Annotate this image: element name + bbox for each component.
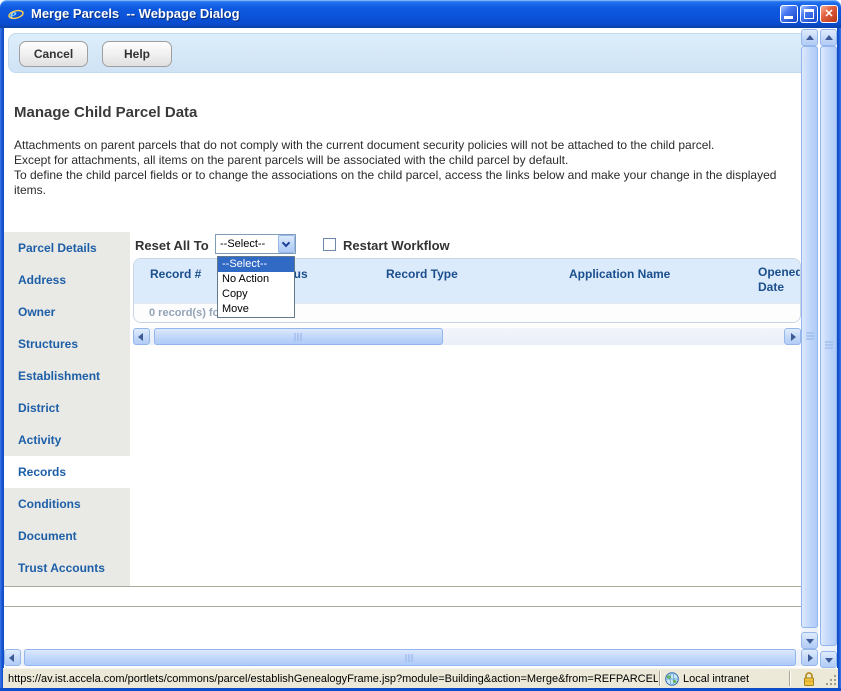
- sidebar-item-trust-accounts[interactable]: Trust Accounts: [4, 552, 130, 584]
- lock-icon: [802, 671, 816, 687]
- scroll-up-button[interactable]: [801, 29, 818, 46]
- page-horizontal-scrollbar: [4, 649, 818, 667]
- svg-text:e: e: [10, 7, 17, 22]
- scroll-left-button[interactable]: [133, 328, 150, 345]
- status-url-text: https://av.ist.accela.com/portlets/commo…: [3, 673, 658, 685]
- sidebar-item-records[interactable]: Records: [4, 456, 130, 488]
- arrow-right-icon: [808, 654, 813, 662]
- internet-explorer-icon: e: [8, 6, 24, 22]
- security-zone-label: Local intranet: [683, 673, 749, 685]
- status-separator: [659, 671, 661, 686]
- column-header-record-type: Record Type: [386, 267, 458, 281]
- help-button[interactable]: Help: [102, 41, 172, 67]
- restart-workflow-label: Restart Workflow: [343, 238, 450, 253]
- description-line: Attachments on parent parcels that do no…: [14, 138, 810, 153]
- scroll-thumb[interactable]: [154, 328, 443, 345]
- close-icon: ✕: [821, 6, 837, 22]
- window-title: Merge Parcels -- Webpage Dialog: [31, 0, 240, 27]
- minimize-icon: [784, 16, 793, 19]
- description-line: Except for attachments, all items on the…: [14, 153, 810, 168]
- reset-action-option-list: --Select-- No Action Copy Move: [217, 256, 295, 318]
- scroll-down-button[interactable]: [820, 651, 837, 668]
- sidebar-nav: Parcel Details Address Owner Structures …: [4, 232, 130, 586]
- arrow-up-icon: [806, 35, 814, 40]
- sidebar-item-district[interactable]: District: [4, 392, 130, 424]
- resize-grip[interactable]: [826, 669, 838, 688]
- divider-line: [4, 586, 801, 587]
- option-copy[interactable]: Copy: [218, 287, 294, 302]
- arrow-down-icon: [806, 639, 814, 644]
- close-button[interactable]: ✕: [820, 5, 838, 23]
- scroll-thumb[interactable]: [820, 46, 837, 646]
- arrow-left-icon: [9, 654, 14, 662]
- grip-icon: [294, 333, 303, 341]
- webpage-dialog-window: e Merge Parcels -- Webpage Dialog ✕ Canc…: [0, 0, 841, 691]
- arrow-down-icon: [825, 658, 833, 663]
- status-bar: https://av.ist.accela.com/portlets/commo…: [3, 668, 838, 688]
- option-no-action[interactable]: No Action: [218, 272, 294, 287]
- dialog-vertical-scrollbar: [820, 29, 837, 668]
- globe-icon: [665, 672, 679, 686]
- cancel-button[interactable]: Cancel: [19, 41, 88, 67]
- sidebar-item-address[interactable]: Address: [4, 264, 130, 296]
- table-horizontal-scrollbar: [133, 328, 801, 346]
- arrow-up-icon: [825, 35, 833, 40]
- column-header-record-number: Record #: [150, 267, 201, 281]
- sidebar-item-structures[interactable]: Structures: [4, 328, 130, 360]
- grip-icon: [825, 342, 833, 351]
- select-value: --Select--: [220, 238, 265, 250]
- frame-vertical-scrollbar: [801, 29, 818, 649]
- minimize-button[interactable]: [780, 5, 798, 23]
- chevron-down-icon: [282, 239, 290, 247]
- sidebar-item-activity[interactable]: Activity: [4, 424, 130, 456]
- scroll-right-button[interactable]: [801, 649, 818, 666]
- arrow-left-icon: [138, 333, 143, 341]
- page-description: Attachments on parent parcels that do no…: [14, 138, 810, 198]
- option-move[interactable]: Move: [218, 302, 294, 317]
- ssl-lock-panel: [792, 671, 826, 687]
- sidebar-item-owner[interactable]: Owner: [4, 296, 130, 328]
- maximize-icon: [804, 9, 814, 19]
- page-title: Manage Child Parcel Data: [14, 104, 197, 121]
- title-bar[interactable]: e Merge Parcels -- Webpage Dialog ✕: [0, 0, 841, 28]
- scroll-thumb[interactable]: [24, 649, 796, 666]
- dialog-content: Cancel Help Manage Child Parcel Data Att…: [4, 28, 837, 668]
- scroll-right-button[interactable]: [784, 328, 801, 345]
- column-header-application-name: Application Name: [569, 267, 670, 281]
- sidebar-item-parcel-details[interactable]: Parcel Details: [4, 232, 130, 264]
- reset-action-select[interactable]: --Select--: [215, 234, 296, 254]
- window-border-right: [837, 28, 841, 691]
- arrow-right-icon: [791, 333, 796, 341]
- select-dropdown-button[interactable]: [278, 235, 295, 253]
- description-line: To define the child parcel fields or to …: [14, 168, 810, 198]
- scroll-down-button[interactable]: [801, 632, 818, 649]
- sidebar-item-establishment[interactable]: Establishment: [4, 360, 130, 392]
- grip-icon: [406, 654, 415, 662]
- button-toolbar: Cancel Help: [8, 33, 810, 73]
- sidebar-item-document[interactable]: Document: [4, 520, 130, 552]
- option-select[interactable]: --Select--: [218, 257, 294, 272]
- restart-workflow-checkbox[interactable]: [323, 238, 336, 251]
- grip-icon: [806, 333, 814, 342]
- status-separator: [789, 671, 791, 686]
- scroll-left-button[interactable]: [4, 649, 21, 666]
- reset-all-to-label: Reset All To: [135, 238, 209, 253]
- scroll-thumb[interactable]: [801, 46, 818, 628]
- scroll-up-button[interactable]: [820, 29, 837, 46]
- maximize-button[interactable]: [800, 5, 818, 23]
- security-zone-panel: Local intranet: [662, 672, 788, 686]
- sidebar-item-conditions[interactable]: Conditions: [4, 488, 130, 520]
- divider-line: [4, 606, 801, 607]
- column-header-opened-date: Opened Date: [758, 265, 801, 295]
